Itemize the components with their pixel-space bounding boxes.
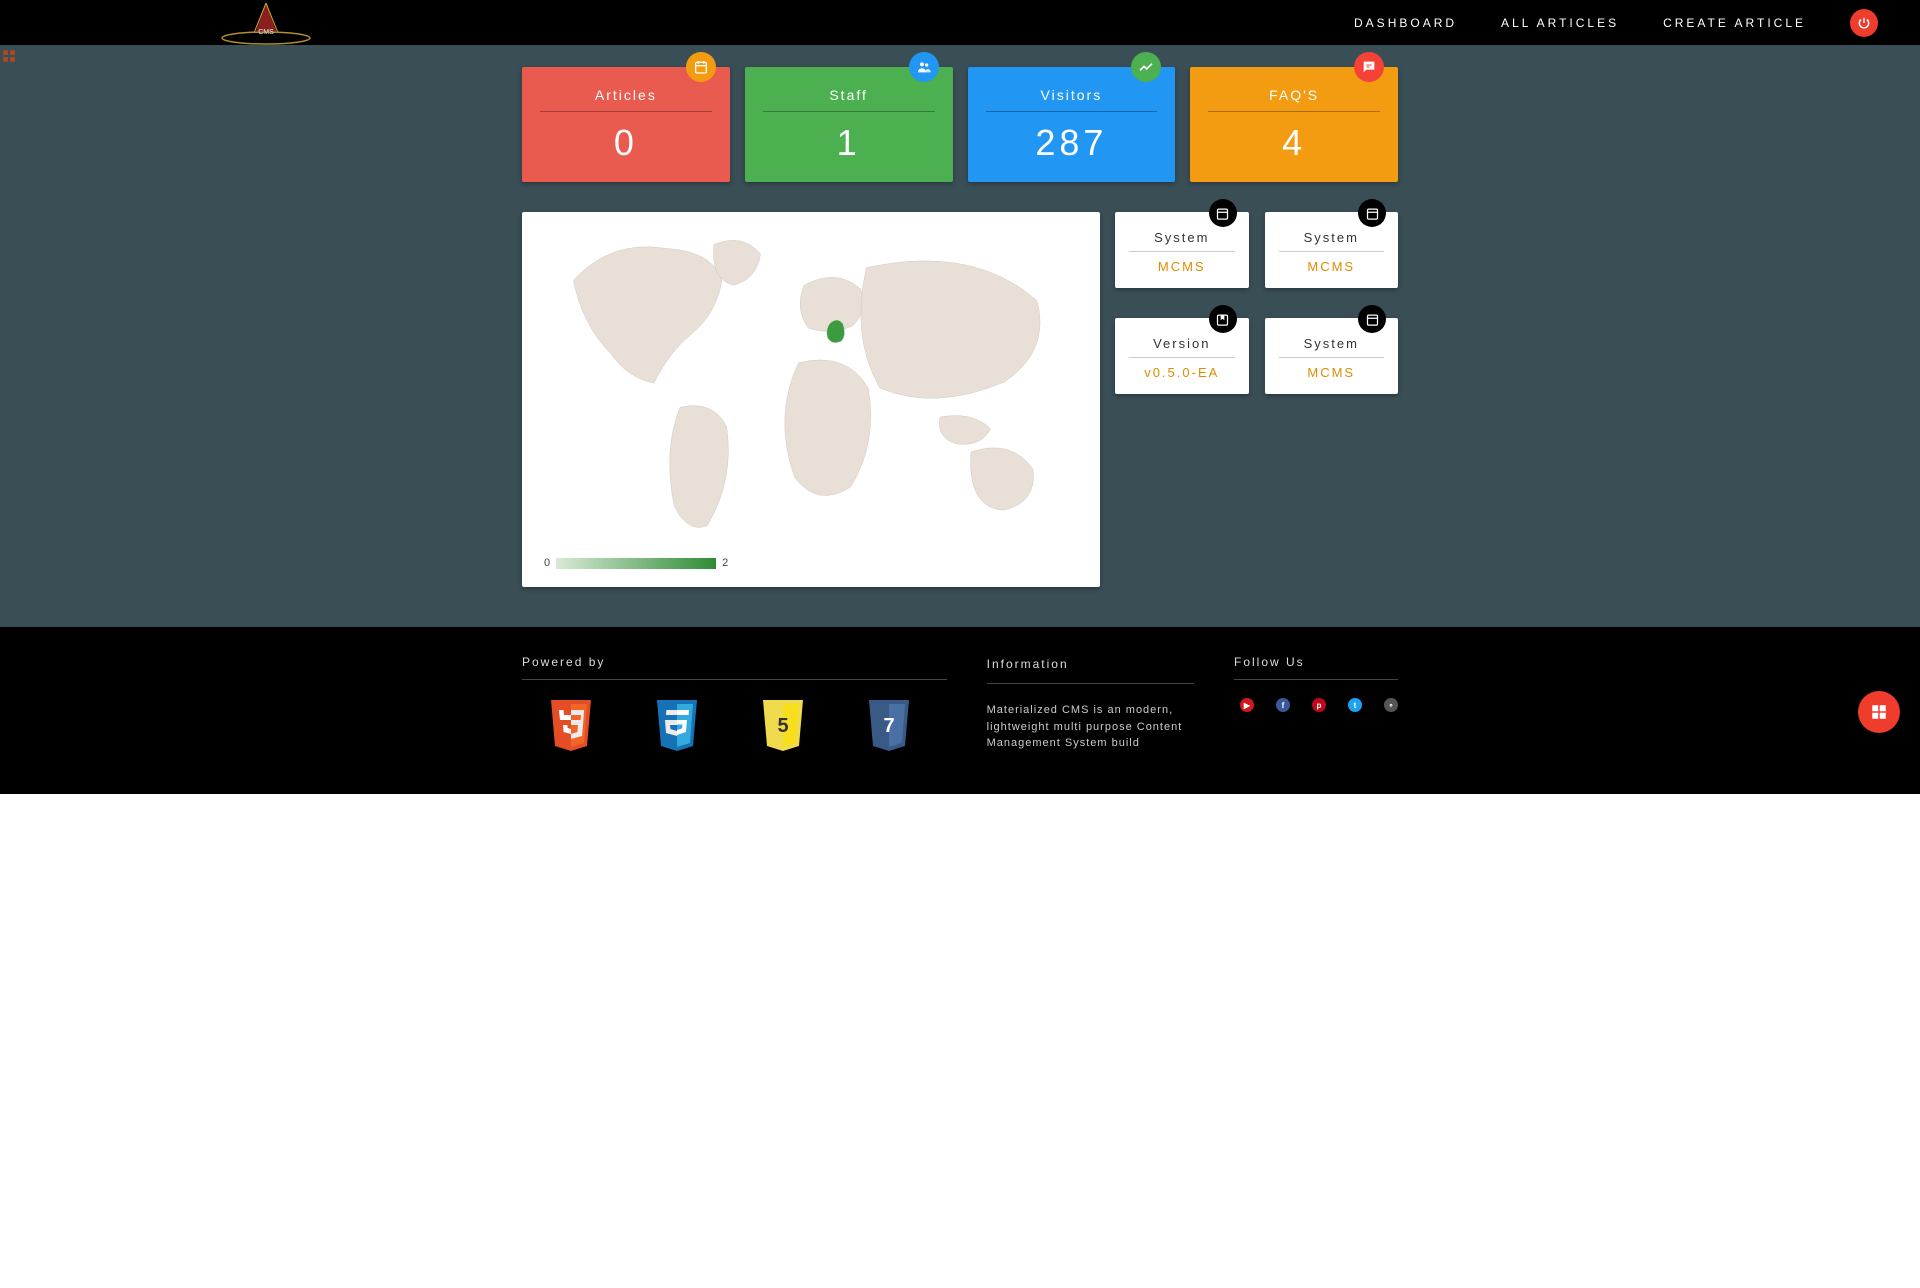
footer-information: Information Materialized CMS is an moder… [987, 655, 1194, 754]
stat-title: FAQ'S [1208, 87, 1380, 112]
framework-icon: 7 [864, 698, 914, 754]
stat-title: Staff [763, 87, 935, 112]
event-icon [1209, 199, 1237, 227]
info-value: MCMS [1279, 365, 1385, 380]
info-title: System [1279, 336, 1385, 358]
info-card-system-3[interactable]: System MCMS [1265, 318, 1399, 394]
pinterest-icon[interactable]: p [1312, 698, 1326, 712]
nav-create-article[interactable]: CREATE ARTICLE [1663, 16, 1806, 30]
map-legend: 0 2 [544, 557, 728, 569]
svg-text:CMS: CMS [258, 29, 274, 36]
chat-icon [1354, 52, 1384, 82]
facebook-icon[interactable]: f [1276, 698, 1290, 712]
info-cards-grid: System MCMS System MCMS Version v0.5.0-E… [1115, 212, 1398, 394]
css3-icon [652, 698, 702, 754]
bookmark-icon [1209, 305, 1237, 333]
info-card-version[interactable]: Version v0.5.0-EA [1115, 318, 1249, 394]
social-row: ▶ f p t ∘ [1234, 698, 1398, 712]
footer-powered-title: Powered by [522, 655, 947, 680]
people-icon [909, 52, 939, 82]
footer: Powered by 5 [0, 627, 1920, 794]
app-logo[interactable]: CMS [220, 0, 312, 45]
info-title: Version [1129, 336, 1235, 358]
info-title: System [1129, 230, 1235, 252]
tech-logos: 5 7 [522, 698, 947, 754]
world-map-card: 0 2 [522, 212, 1100, 587]
stat-card-faqs[interactable]: FAQ'S 4 [1190, 67, 1398, 182]
stat-value: 0 [540, 122, 712, 164]
stat-card-staff[interactable]: Staff 1 [745, 67, 953, 182]
footer-powered-by: Powered by 5 [522, 655, 947, 754]
html5-icon [546, 698, 596, 754]
svg-text:5: 5 [777, 715, 788, 737]
event-icon [1358, 305, 1386, 333]
stat-value: 287 [986, 122, 1158, 164]
youtube-icon[interactable]: ▶ [1240, 698, 1254, 712]
row-map-info: 0 2 System MCMS Syste [522, 212, 1398, 587]
legend-gradient [556, 558, 716, 569]
grid-menu-icon[interactable] [2, 49, 16, 68]
stat-row: Articles 0 Staff 1 Visitors 287 [522, 67, 1398, 182]
twitter-icon[interactable]: t [1348, 698, 1362, 712]
social-other-icon[interactable]: ∘ [1384, 698, 1398, 712]
nav-links: DASHBOARD ALL ARTICLES CREATE ARTICLE [1354, 9, 1878, 37]
footer-info-title: Information [987, 655, 1194, 684]
trend-icon [1131, 52, 1161, 82]
js-icon: 5 [758, 698, 808, 754]
footer-info-body: Materialized CMS is an modern, lightweig… [987, 702, 1194, 752]
topbar: CMS DASHBOARD ALL ARTICLES CREATE ARTICL… [0, 0, 1920, 45]
event-icon [1358, 199, 1386, 227]
stat-value: 1 [763, 122, 935, 164]
footer-follow-title: Follow Us [1234, 655, 1398, 680]
logout-button[interactable] [1850, 9, 1878, 37]
info-card-system-2[interactable]: System MCMS [1265, 212, 1399, 288]
info-value: v0.5.0-EA [1129, 365, 1235, 380]
nav-dashboard[interactable]: DASHBOARD [1354, 16, 1457, 30]
info-value: MCMS [1279, 259, 1385, 274]
footer-follow-us: Follow Us ▶ f p t ∘ [1234, 655, 1398, 754]
info-value: MCMS [1129, 259, 1235, 274]
info-card-system[interactable]: System MCMS [1115, 212, 1249, 288]
main-content: Articles 0 Staff 1 Visitors 287 [0, 45, 1920, 627]
stat-title: Visitors [986, 87, 1158, 112]
legend-min: 0 [544, 557, 550, 569]
legend-max: 2 [722, 557, 728, 569]
stat-value: 4 [1208, 122, 1380, 164]
nav-all-articles[interactable]: ALL ARTICLES [1501, 16, 1619, 30]
stat-title: Articles [540, 87, 712, 112]
svg-text:7: 7 [883, 715, 894, 737]
stat-card-articles[interactable]: Articles 0 [522, 67, 730, 182]
fab-button[interactable] [1858, 691, 1900, 733]
info-title: System [1279, 230, 1385, 252]
event-icon [686, 52, 716, 82]
world-map[interactable] [537, 227, 1085, 547]
stat-card-visitors[interactable]: Visitors 287 [968, 67, 1176, 182]
